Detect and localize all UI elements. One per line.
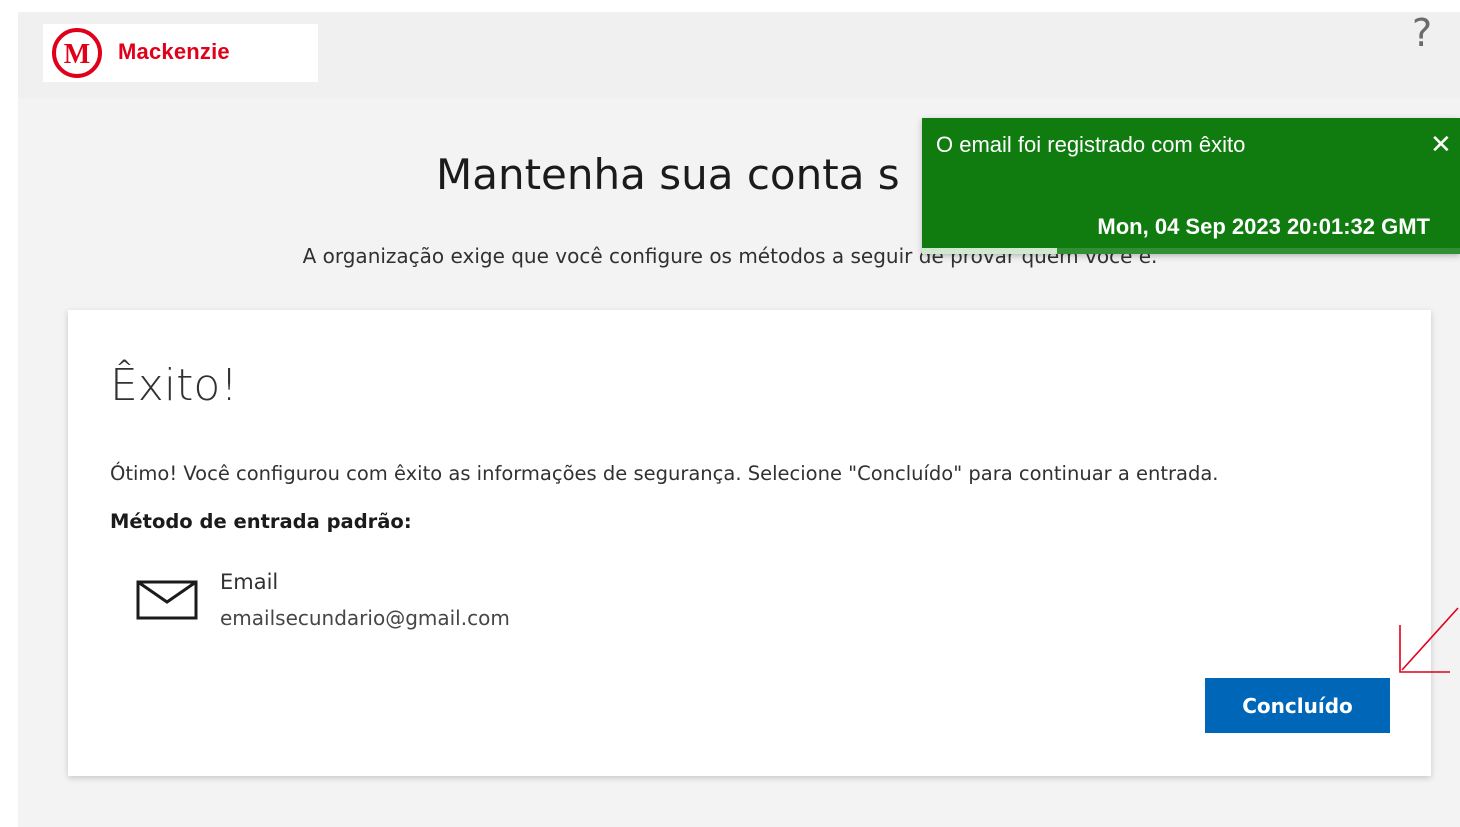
card-title: Êxito! bbox=[110, 360, 238, 411]
default-method-heading: Método de entrada padrão: bbox=[110, 510, 412, 533]
mail-icon bbox=[136, 580, 198, 620]
success-toast: O email foi registrado com êxito ✕ Mon, … bbox=[922, 118, 1460, 254]
success-card: Êxito! Ótimo! Você configurou com êxito … bbox=[68, 310, 1431, 776]
header-bar: M Mackenzie bbox=[18, 12, 1460, 98]
toast-progress-bar bbox=[922, 248, 1460, 254]
toast-timestamp: Mon, 04 Sep 2023 20:01:32 GMT bbox=[1097, 214, 1430, 239]
help-icon[interactable]: ? bbox=[1412, 14, 1432, 52]
logo-text: Mackenzie bbox=[118, 39, 230, 64]
close-icon[interactable]: ✕ bbox=[1430, 132, 1452, 158]
done-button[interactable]: Concluído bbox=[1205, 678, 1390, 733]
annotation-arrow-icon bbox=[1399, 607, 1459, 673]
success-message: Ótimo! Você configurou com êxito as info… bbox=[110, 462, 1219, 485]
method-name: Email bbox=[220, 570, 279, 594]
logo: M Mackenzie bbox=[43, 24, 318, 82]
method-email-value: emailsecundario@gmail.com bbox=[220, 606, 510, 630]
svg-text:M: M bbox=[64, 39, 90, 70]
toast-message: O email foi registrado com êxito bbox=[936, 132, 1246, 157]
mackenzie-logo-icon: M bbox=[52, 28, 102, 78]
toast-progress-fill bbox=[922, 248, 1057, 254]
